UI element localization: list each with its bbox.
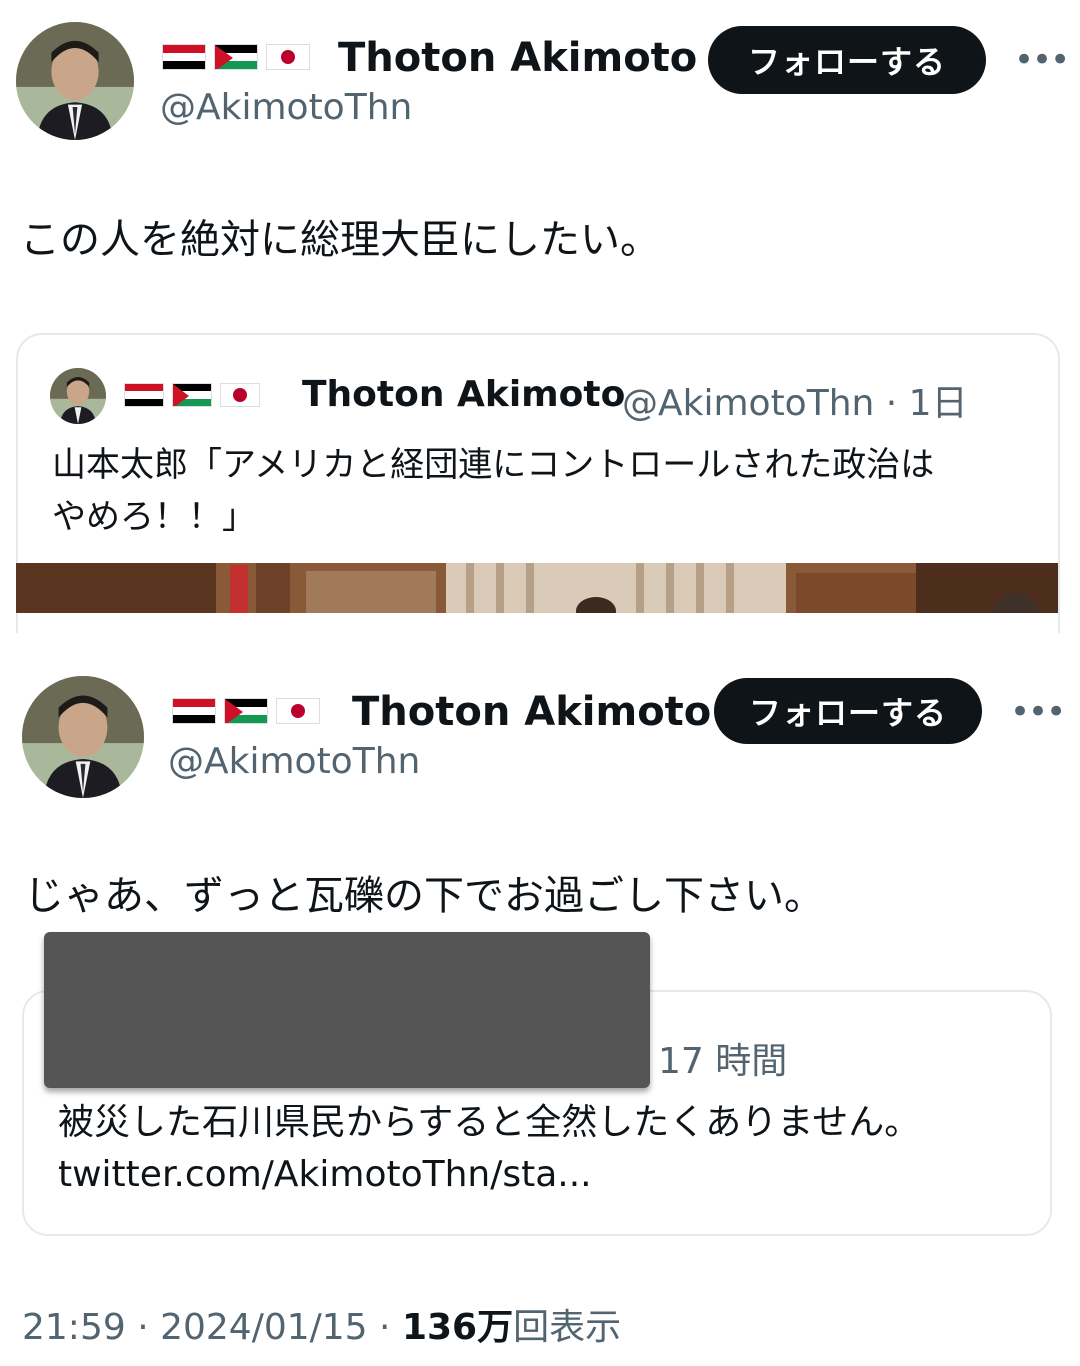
- view-label: 回表示: [513, 1307, 622, 1348]
- redacted-block: [44, 932, 650, 1088]
- quoted-text-line2: やめろ！！」: [52, 497, 256, 537]
- egypt-flag-icon: [124, 383, 164, 407]
- egypt-flag-icon: [172, 698, 216, 724]
- japan-flag-icon: [220, 383, 260, 407]
- avatar[interactable]: [22, 676, 144, 798]
- avatar-portrait-icon: [22, 676, 144, 798]
- quoted-media-image[interactable]: [16, 563, 1058, 613]
- quoted-meta: @AkimotoThn · 1日: [622, 383, 968, 424]
- quoted-display-name: Thoton Akimoto: [302, 374, 626, 415]
- quoted-time: 17 時間: [658, 1041, 788, 1082]
- flags: [172, 698, 320, 724]
- handle[interactable]: @AkimotoThn: [168, 740, 420, 784]
- display-name[interactable]: Thoton Akimoto: [352, 688, 711, 736]
- avatar-portrait-icon: [50, 368, 106, 424]
- quoted-text: 被災した石川県民からすると全然したくありません。: [58, 1102, 921, 1143]
- view-count: 136万: [401, 1307, 514, 1348]
- japan-flag-icon: [266, 44, 310, 70]
- more-options-icon[interactable]: •••: [1010, 692, 1066, 732]
- display-name[interactable]: Thoton Akimoto: [338, 34, 697, 82]
- handle[interactable]: @AkimotoThn: [160, 86, 412, 130]
- avatar[interactable]: [16, 22, 134, 140]
- tweet-meta: 21:59 · 2024/01/15 · 136万回表示: [22, 1298, 621, 1350]
- tweet-text: この人を絶対に総理大臣にしたい。: [20, 217, 660, 263]
- tweet-text: じゃあ、ずっと瓦礫の下でお過ごし下さい。: [24, 873, 824, 919]
- tweet-date[interactable]: 2024/01/15: [160, 1307, 368, 1348]
- avatar-portrait-icon: [16, 22, 134, 140]
- flags: [162, 44, 310, 70]
- palestine-flag-icon: [172, 383, 212, 407]
- quoted-link[interactable]: twitter.com/AkimotoThn/sta...: [58, 1150, 592, 1200]
- palestine-flag-icon: [224, 698, 268, 724]
- separator: ·: [367, 1307, 402, 1348]
- follow-button[interactable]: フォローする: [714, 678, 982, 744]
- separator: ·: [125, 1307, 161, 1348]
- tweet-time: 21:59: [22, 1307, 126, 1348]
- more-options-icon[interactable]: •••: [1014, 40, 1070, 80]
- egypt-flag-icon: [162, 44, 206, 70]
- quoted-text-line1: 山本太郎「アメリカと経団連にコントロールされた政治は: [52, 445, 935, 485]
- quoted-avatar: [50, 368, 106, 424]
- media-preview: [16, 563, 1058, 613]
- follow-button[interactable]: フォローする: [708, 26, 986, 94]
- japan-flag-icon: [276, 698, 320, 724]
- quoted-flags: [124, 383, 260, 407]
- palestine-flag-icon: [214, 44, 258, 70]
